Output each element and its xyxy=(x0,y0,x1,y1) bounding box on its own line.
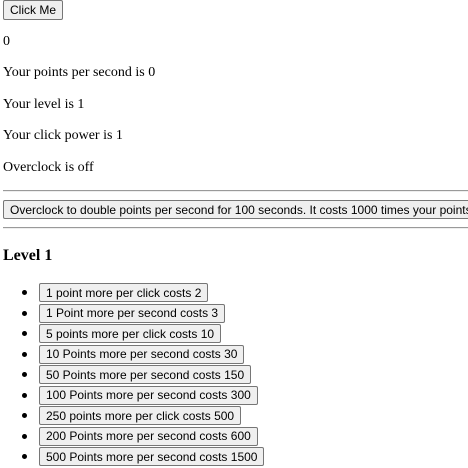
click-me-button[interactable]: Click Me xyxy=(3,0,64,20)
bullet-icon xyxy=(22,433,27,439)
list-item: 5 points more per click costs 10 xyxy=(0,324,264,345)
list-item: 1 point more per click costs 2 xyxy=(0,283,264,304)
divider-top xyxy=(3,190,468,192)
overclock-container: Overclock to double points per second fo… xyxy=(3,200,468,219)
list-item: 100 Points more per second costs 300 xyxy=(0,385,264,407)
list-item: 1 Point more per second costs 3 xyxy=(0,303,264,325)
upgrade-button[interactable]: 1 Point more per second costs 3 xyxy=(39,303,226,323)
upgrade-button[interactable]: 10 Points more per second costs 30 xyxy=(39,344,245,364)
bullet-icon xyxy=(22,372,27,377)
overclock-status-text: Overclock is off xyxy=(3,160,94,175)
bullet-icon xyxy=(22,351,27,357)
divider-bottom xyxy=(3,227,468,229)
bullet-icon xyxy=(22,331,27,336)
upgrade-button[interactable]: 5 points more per click costs 10 xyxy=(39,324,222,343)
list-item: 250 points more per click costs 500 xyxy=(0,406,264,427)
list-item: 200 Points more per second costs 600 xyxy=(0,426,264,448)
upgrade-button[interactable]: 500 Points more per second costs 1500 xyxy=(39,447,265,466)
points-counter: 0 xyxy=(3,34,10,49)
upgrade-button[interactable]: 100 Points more per second costs 300 xyxy=(39,385,258,405)
upgrade-list: 1 point more per click costs 2 1 Point m… xyxy=(0,283,265,468)
level-text: Your level is 1 xyxy=(3,97,85,112)
bullet-icon xyxy=(22,413,27,418)
list-item: 10 Points more per second costs 30 xyxy=(0,344,264,366)
upgrade-button[interactable]: 200 Points more per second costs 600 xyxy=(39,426,258,446)
upgrade-button[interactable]: 50 Points more per second costs 150 xyxy=(39,365,252,384)
bullet-icon xyxy=(22,290,27,295)
bullet-icon xyxy=(22,392,27,398)
list-item: 500 Points more per second costs 1500 xyxy=(0,447,265,468)
click-power-text: Your click power is 1 xyxy=(3,128,123,143)
list-item: 50 Points more per second costs 150 xyxy=(0,365,264,386)
upgrade-button[interactable]: 250 points more per click costs 500 xyxy=(39,406,242,425)
overclock-button[interactable]: Overclock to double points per second fo… xyxy=(3,200,468,219)
bullet-icon xyxy=(22,454,27,459)
page: Click Me 0 Your points per second is 0 Y… xyxy=(0,0,468,468)
upgrade-button[interactable]: 1 point more per click costs 2 xyxy=(39,283,209,302)
bullet-icon xyxy=(22,310,27,316)
points-per-second-text: Your points per second is 0 xyxy=(3,65,156,80)
level-heading: Level 1 xyxy=(3,247,53,264)
